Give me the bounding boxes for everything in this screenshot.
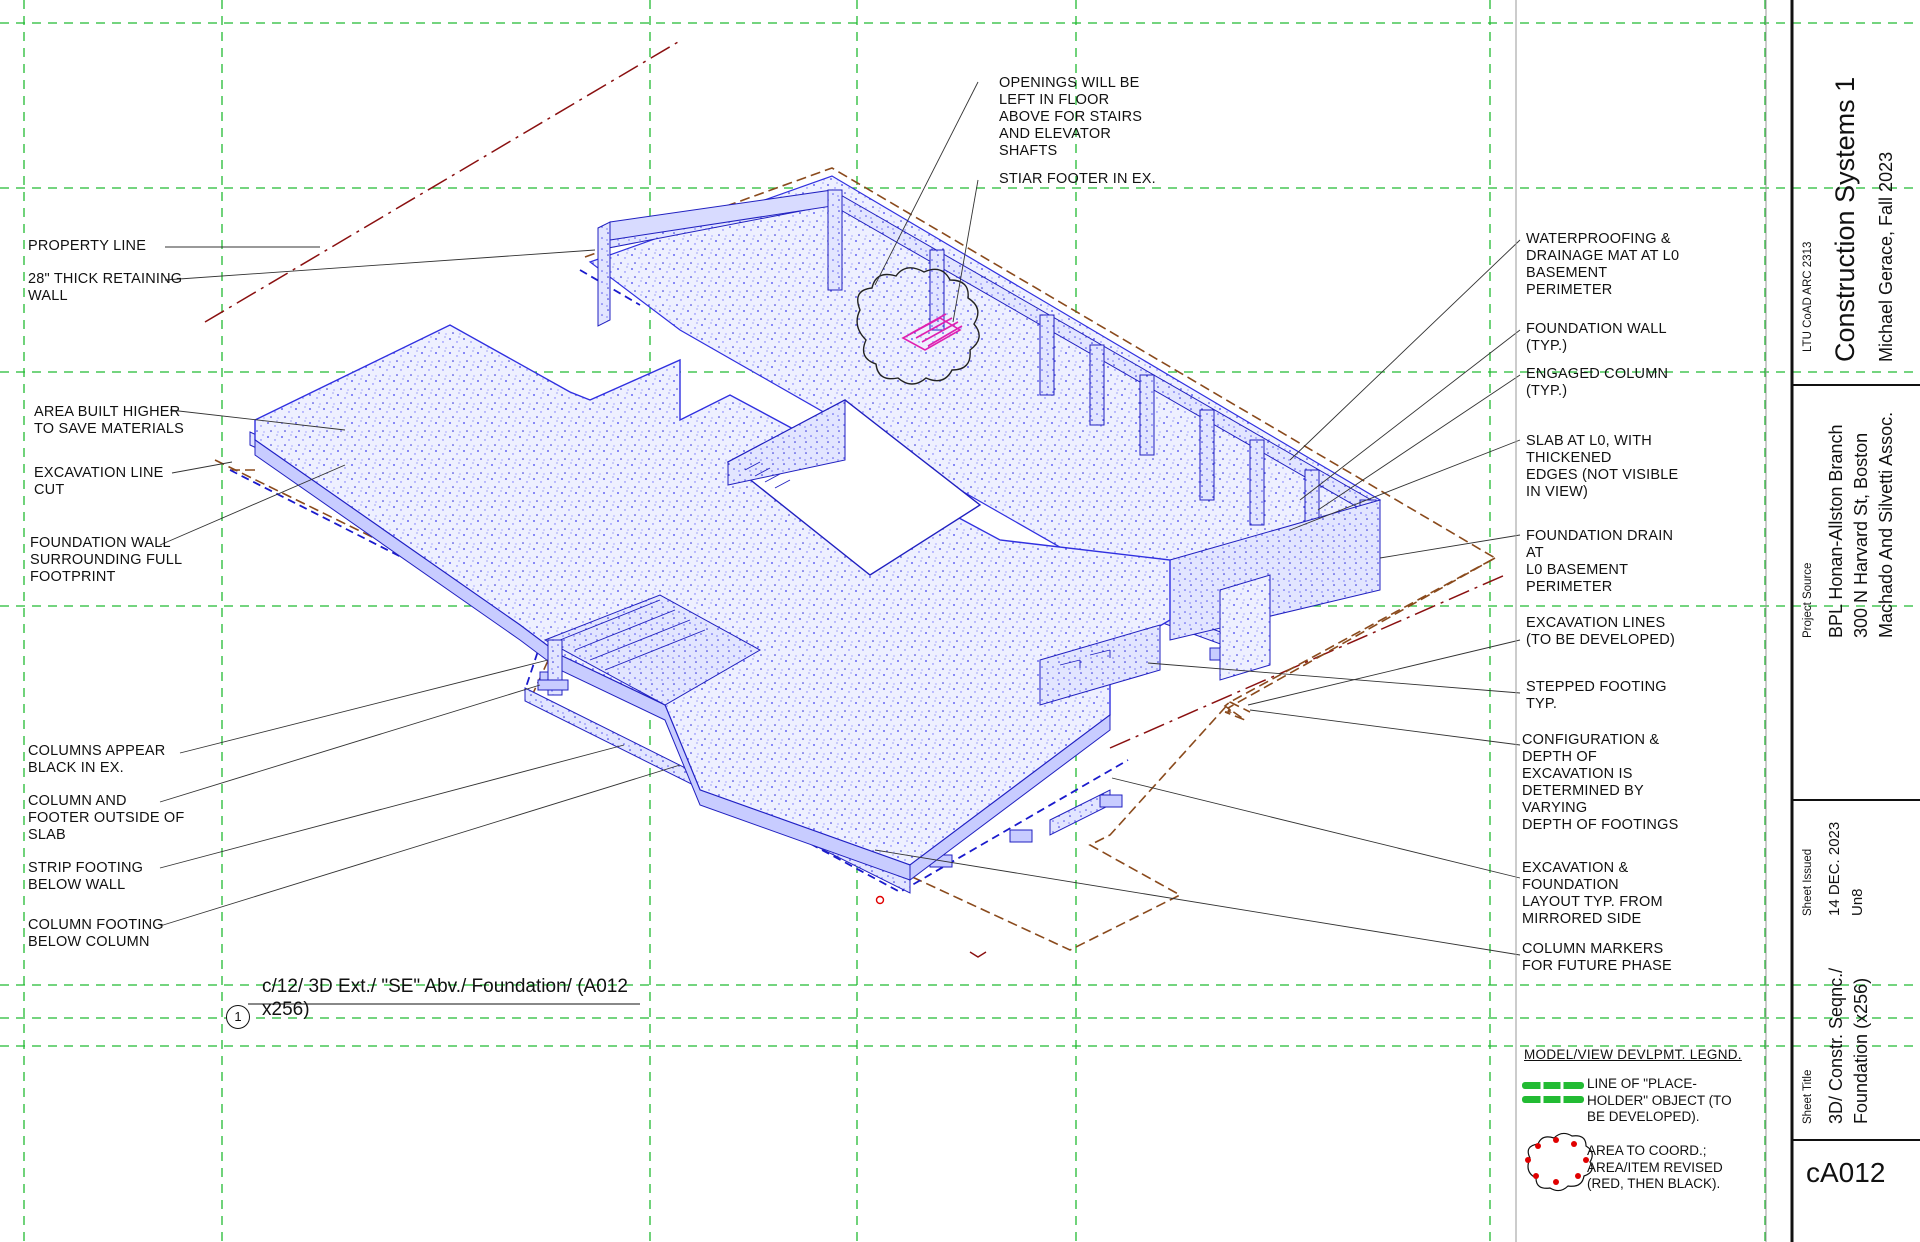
project-source-label: Project Source — [1802, 562, 1814, 638]
sheet-title-label: Sheet Title — [1802, 1069, 1814, 1124]
sheet-issued-label: Sheet Issued — [1802, 848, 1814, 916]
placeholder-line-icon — [1522, 1080, 1584, 1105]
project-line1: BPL Honan-Allston Branch — [1826, 424, 1846, 638]
sheet-number: cA012 — [1806, 1157, 1886, 1188]
revision-cloud-icon — [1525, 1132, 1593, 1192]
course-code: LTU CoAD ARC 2313 — [1802, 241, 1814, 352]
course-title: Construction Systems 1 — [1830, 76, 1860, 362]
issue-date: 14 DEC. 2023 — [1826, 821, 1843, 916]
sheet-title-line2: Foundation (x256) — [1851, 977, 1871, 1124]
sheet-title-line1: 3D/ Constr. Seqnc./ — [1826, 967, 1846, 1124]
project-line2: 300 N Harvard St, Boston — [1851, 432, 1871, 638]
project-line3: Machado And Silvetti Assoc. — [1876, 411, 1896, 638]
issue-code: Un8 — [1849, 888, 1866, 916]
legend-title: MODEL/VIEW DEVLPMT. LEGND. — [1524, 1047, 1742, 1062]
legend-placeholder-text: LINE OF "PLACE- HOLDER" OBJECT (TO BE DE… — [1587, 1076, 1732, 1124]
legend-revision-text: AREA TO COORD.; AREA/ITEM REVISED (RED, … — [1587, 1143, 1723, 1191]
author: Michael Gerace, Fall 2023 — [1876, 151, 1896, 362]
